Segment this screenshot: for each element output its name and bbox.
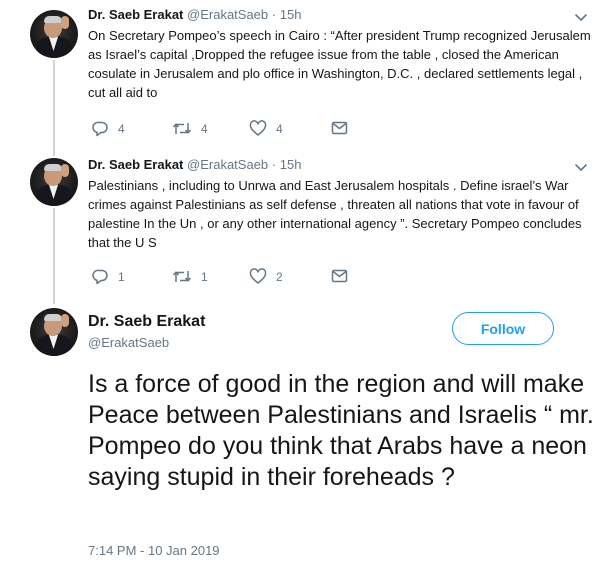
author-handle[interactable]: @ErakatSaeb — [88, 335, 169, 350]
avatar[interactable] — [30, 158, 78, 206]
tweet-time[interactable]: 15h — [280, 7, 302, 22]
like-icon — [249, 268, 267, 284]
retweet-count: 4 — [201, 121, 208, 136]
like-icon — [249, 120, 267, 136]
tweet-text: On Secretary Pompeo’s speech in Cairo : … — [88, 28, 591, 100]
follow-button[interactable]: Follow — [452, 312, 554, 345]
tweet-header: Dr. Saeb Erakat @ErakatSaeb · 15h — [88, 7, 301, 22]
reply-icon — [92, 269, 108, 285]
author-handle[interactable]: @ErakatSaeb — [187, 157, 268, 172]
direct-message-icon — [331, 121, 348, 135]
retweet-icon — [172, 123, 192, 134]
tweet-text: Palestinians , including to Unrwa and Ea… — [88, 178, 582, 250]
author-name[interactable]: Dr. Saeb Erakat — [88, 313, 205, 331]
direct-message-button[interactable] — [331, 120, 348, 136]
tweet[interactable]: Dr. Saeb Erakat @ErakatSaeb · 15h On Sec… — [0, 0, 611, 150]
direct-message-button[interactable] — [331, 268, 348, 284]
avatar[interactable] — [30, 308, 78, 356]
tweet-header: Dr. Saeb Erakat @ErakatSaeb · 15h — [88, 157, 301, 172]
separator-dot: · — [271, 7, 277, 22]
author-name[interactable]: Dr. Saeb Erakat — [88, 157, 183, 172]
chevron-down-icon[interactable] — [574, 160, 588, 174]
reply-button[interactable]: 4 — [92, 120, 125, 137]
author-name[interactable]: Dr. Saeb Erakat — [88, 7, 183, 22]
like-count: 2 — [276, 269, 283, 284]
tweet-actions: 1 1 2 — [88, 268, 388, 286]
separator-dot: · — [271, 157, 277, 172]
direct-message-icon — [331, 269, 348, 283]
like-button[interactable]: 4 — [249, 120, 283, 137]
retweet-icon — [172, 271, 192, 282]
like-button[interactable]: 2 — [249, 268, 283, 285]
chevron-down-icon[interactable] — [574, 10, 588, 24]
reply-count: 1 — [118, 269, 125, 284]
reply-icon — [92, 121, 108, 137]
author-handle[interactable]: @ErakatSaeb — [187, 7, 268, 22]
tweet-actions: 4 4 4 — [88, 120, 388, 138]
reply-count: 4 — [118, 121, 125, 136]
avatar[interactable] — [30, 10, 78, 58]
retweet-count: 1 — [201, 269, 208, 284]
reply-button[interactable]: 1 — [92, 268, 125, 285]
tweet-text: Is a force of good in the region and wil… — [88, 370, 594, 491]
retweet-button[interactable]: 4 — [172, 120, 208, 137]
tweet-time[interactable]: 15h — [280, 157, 302, 172]
like-count: 4 — [276, 121, 283, 136]
retweet-button[interactable]: 1 — [172, 268, 208, 285]
tweet-timestamp[interactable]: 7:14 PM - 10 Jan 2019 — [88, 543, 220, 558]
tweet[interactable]: Dr. Saeb Erakat @ErakatSaeb · 15h Palest… — [0, 150, 611, 298]
